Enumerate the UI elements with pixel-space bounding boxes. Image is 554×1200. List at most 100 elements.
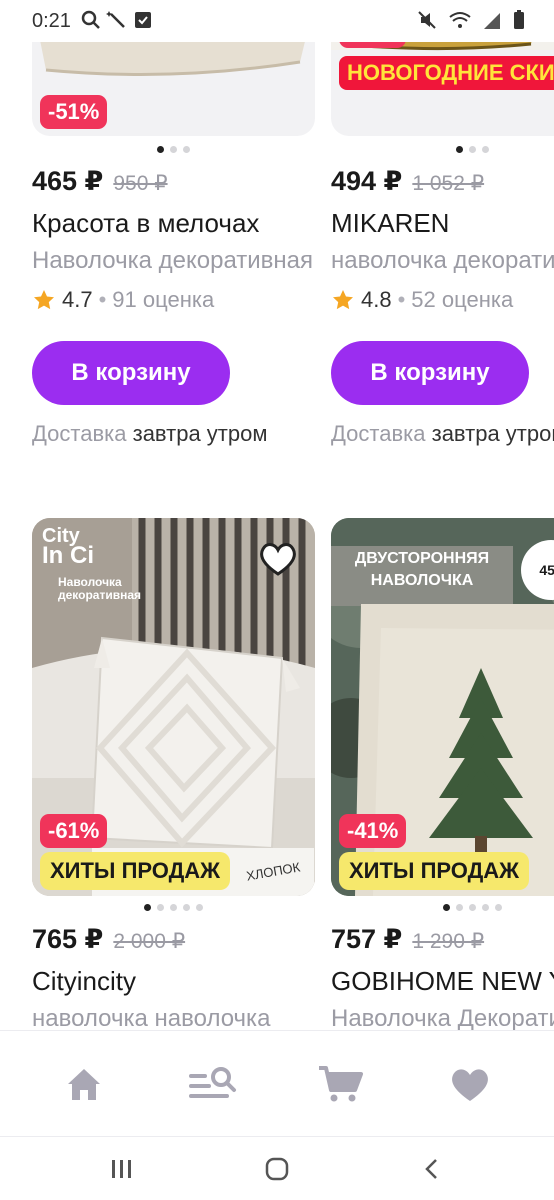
- pager-dot: [183, 145, 190, 153]
- pager-dot: [157, 903, 164, 911]
- image-pager-dots: [331, 144, 554, 154]
- promo-badge: НОВОГОДНИЕ СКИДКИ: [339, 56, 554, 90]
- product-image[interactable]: ДВУСТОРОННЯЯ НАВОЛОЧКА 45x -41% ХИТЫ ПРО…: [331, 518, 554, 896]
- review-count: 91 оценка: [112, 287, 215, 312]
- product-title[interactable]: наволочка наволочка: [32, 1005, 315, 1030]
- product-card[interactable]: -53% НОВОГОДНИЕ СКИДКИ 494 ₽ 1 052 ₽ MIK…: [331, 0, 554, 447]
- pager-dot: [482, 903, 489, 911]
- add-to-cart-button[interactable]: В корзину: [32, 341, 230, 405]
- brand-name: MIKAREN: [331, 208, 450, 238]
- delivery-time: завтра утром: [431, 421, 554, 446]
- product-feed: -51% 465 ₽ 950 ₽ Красота в мелочах Навол…: [0, 0, 554, 1030]
- rating-separator: •: [397, 287, 406, 312]
- nav-cart[interactable]: [311, 1054, 371, 1114]
- pager-dot: [456, 903, 463, 911]
- nav-home[interactable]: [54, 1054, 114, 1114]
- wifi-icon: [449, 12, 471, 28]
- image-banner: ДВУСТОРОННЯЯ НАВОЛОЧКА: [331, 548, 513, 592]
- product-card[interactable]: ДВУСТОРОННЯЯ НАВОЛОЧКА 45x -41% ХИТЫ ПРО…: [331, 518, 554, 1030]
- old-price: 2 000 ₽: [113, 930, 186, 953]
- add-to-cart-button[interactable]: В корзину: [331, 341, 529, 405]
- product-card[interactable]: City In Ci Наволочка декоративная ХЛОПОК…: [32, 518, 322, 1030]
- caption-text: декоративная: [58, 588, 142, 602]
- pager-dot: [183, 903, 190, 911]
- price: 765 ₽: [32, 924, 104, 954]
- pager-dot: [144, 903, 151, 911]
- pager-dot: [456, 145, 463, 153]
- product-card[interactable]: -51% 465 ₽ 950 ₽ Красота в мелочах Навол…: [32, 0, 322, 447]
- cart-icon: [319, 1065, 364, 1101]
- price: 465 ₽: [32, 166, 104, 196]
- discount-badge: -51%: [40, 95, 108, 129]
- nav-favorites[interactable]: [440, 1054, 500, 1114]
- status-time: 0:21: [32, 10, 71, 32]
- review-count: 52 оценка: [411, 287, 514, 312]
- back-chevron-icon: [425, 1159, 437, 1179]
- bottom-navigation: [0, 1030, 554, 1136]
- favorites-icon: [451, 1068, 488, 1101]
- image-caption: Наволочка декоративная: [58, 576, 141, 602]
- old-price: 950 ₽: [113, 172, 168, 195]
- brand-name: GOBIHOME NEW YEAR: [331, 966, 554, 996]
- product-image[interactable]: City In Ci Наволочка декоративная ХЛОПОК…: [32, 518, 315, 896]
- old-price: 1 052 ₽: [412, 172, 485, 195]
- signal-icon: [484, 13, 500, 29]
- price: 494 ₽: [331, 166, 403, 196]
- star-icon: [34, 290, 54, 310]
- home-icon: [68, 1068, 101, 1100]
- price: 757 ₽: [331, 924, 403, 954]
- delivery-info: Доставка завтра утром: [331, 421, 554, 447]
- back-button[interactable]: [416, 1153, 448, 1185]
- pager-dot: [196, 903, 203, 911]
- status-bar: 0:21: [0, 0, 554, 42]
- bestseller-badge: ХИТЫ ПРОДАЖ: [339, 852, 530, 890]
- image-pager-dots: [32, 144, 315, 154]
- rating: 4.8 • 52 оценка: [331, 285, 554, 315]
- brand-name: Красота в мелочах: [32, 208, 260, 238]
- home-system-button[interactable]: [261, 1153, 293, 1185]
- product-title[interactable]: Наволочка Декоративная: [331, 1005, 554, 1030]
- pager-dot: [469, 903, 476, 911]
- delivery-info: Доставка завтра утром: [32, 421, 322, 447]
- brand-logo: City In Ci: [42, 526, 94, 569]
- rating-score: 4.7: [62, 287, 93, 312]
- price-row: 757 ₽ 1 290 ₽: [331, 924, 554, 958]
- image-pager-dots: [32, 902, 315, 912]
- pager-dot: [469, 145, 476, 153]
- favorite-heart-icon[interactable]: [255, 536, 301, 582]
- magic-wand-icon: [106, 11, 125, 28]
- checkbox-icon: [135, 12, 151, 28]
- pager-dot: [170, 903, 177, 911]
- product-title[interactable]: Наволочка декоративная: [32, 247, 315, 275]
- price-row: 494 ₽ 1 052 ₽: [331, 166, 554, 200]
- rating-separator: •: [98, 287, 107, 312]
- brand-name: Cityincity: [32, 966, 137, 996]
- star-icon: [333, 290, 353, 310]
- old-price: 1 290 ₽: [412, 930, 485, 953]
- rating: 4.7 • 91 оценка: [32, 285, 322, 315]
- banner-text: ДВУСТОРОННЯЯ: [354, 550, 490, 567]
- recent-apps-icon: [112, 1160, 131, 1178]
- rating-score: 4.8: [361, 287, 392, 312]
- nav-catalog[interactable]: [183, 1054, 243, 1114]
- price-row: 465 ₽ 950 ₽: [32, 166, 322, 200]
- bestseller-badge: ХИТЫ ПРОДАЖ: [40, 852, 231, 890]
- discount-badge: -61%: [40, 814, 108, 848]
- product-title[interactable]: наволочка декоративная: [331, 247, 554, 275]
- logo-text: In Ci: [42, 542, 94, 569]
- delivery-label: Доставка: [32, 421, 127, 446]
- image-pager-dots: [331, 902, 554, 912]
- pager-dot: [157, 145, 164, 153]
- catalog-search-icon: [188, 1066, 236, 1098]
- price-row: 765 ₽ 2 000 ₽: [32, 924, 322, 958]
- banner-text: НАВОЛОЧКА: [370, 572, 474, 589]
- pager-dot: [495, 903, 502, 911]
- system-navigation-bar: [0, 1136, 554, 1200]
- recent-apps-button[interactable]: [106, 1153, 138, 1185]
- delivery-label: Доставка: [331, 421, 426, 446]
- search-icon: [81, 10, 100, 29]
- pager-dot: [443, 903, 450, 911]
- delivery-time: завтра утром: [132, 421, 268, 446]
- discount-badge: -41%: [339, 814, 407, 848]
- pager-dot: [482, 145, 489, 153]
